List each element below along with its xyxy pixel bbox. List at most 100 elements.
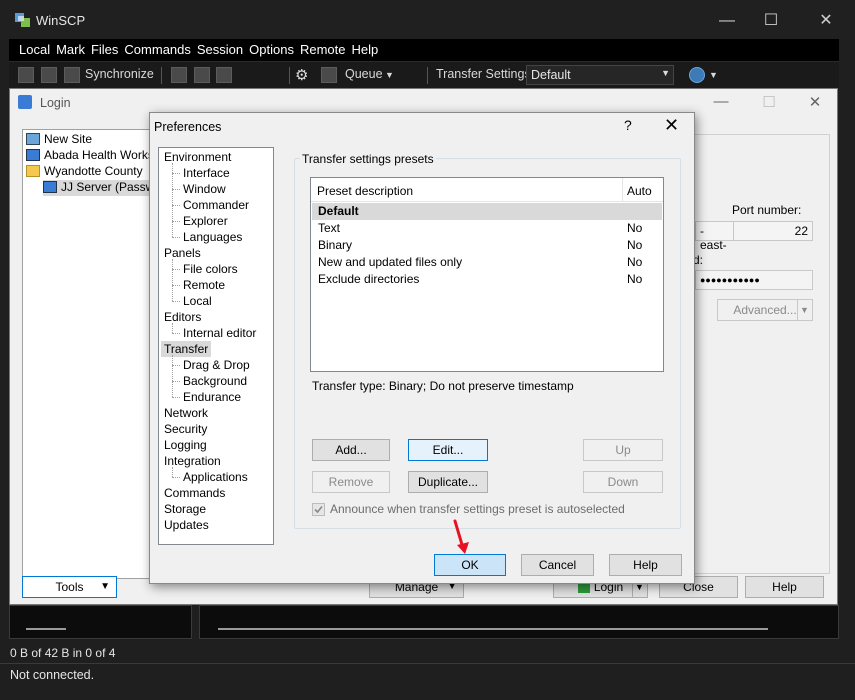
help-icon[interactable]: ? [624, 117, 632, 133]
compare-directories-icon[interactable] [18, 67, 34, 83]
list-header: Preset description Auto [311, 178, 663, 202]
login-close-button[interactable]: ✕ [800, 93, 830, 113]
close-icon[interactable]: ✕ [664, 115, 679, 136]
console-icon[interactable] [171, 67, 187, 83]
preset-row[interactable]: Exclude directories No [312, 271, 662, 288]
app-title: WinSCP [36, 13, 86, 28]
globe-icon[interactable] [689, 67, 705, 83]
advanced-label: Advanced... [733, 303, 797, 317]
synchronize-browsing-icon[interactable] [41, 67, 57, 83]
edit-button[interactable]: Edit... [408, 439, 488, 461]
add-button[interactable]: Add... [312, 439, 390, 461]
preset-description: Text [318, 221, 341, 235]
nav-item-remote[interactable]: Remote [183, 277, 225, 293]
toolbar-separator [289, 67, 290, 84]
tree-connector [172, 397, 180, 398]
nav-item-drag-drop[interactable]: Drag & Drop [183, 357, 250, 373]
synchronize-button[interactable]: Synchronize [85, 67, 154, 81]
help-button[interactable]: Help [609, 554, 682, 576]
preset-row[interactable]: New and updated files only No [312, 254, 662, 271]
transfer-settings-combo[interactable]: Default ▼ [526, 65, 674, 85]
menu-help[interactable]: Help [348, 39, 381, 61]
nav-item-environment[interactable]: Environment [164, 149, 231, 165]
preset-row[interactable]: Binary No [312, 237, 662, 254]
nav-item-endurance[interactable]: Endurance [183, 389, 241, 405]
monitor-icon [26, 133, 40, 145]
maximize-button[interactable]: ☐ [748, 8, 794, 34]
nav-item-languages[interactable]: Languages [183, 229, 242, 245]
autoselect-checkbox[interactable] [312, 503, 325, 516]
queue-button[interactable]: Queue [345, 67, 383, 81]
column-header-description[interactable]: Preset description [317, 184, 413, 198]
local-scrollbar[interactable] [26, 628, 66, 630]
remote-panel[interactable] [199, 605, 839, 639]
advanced-button[interactable]: Advanced... ▼ [717, 299, 813, 321]
nav-item-editors[interactable]: Editors [164, 309, 201, 325]
nav-item-explorer[interactable]: Explorer [183, 213, 228, 229]
nav-item-local[interactable]: Local [183, 293, 212, 309]
nav-item-panels[interactable]: Panels [164, 245, 201, 261]
menu-session[interactable]: Session [194, 39, 246, 61]
nav-item-commands[interactable]: Commands [164, 485, 225, 501]
duplicate-button[interactable]: Duplicate... [408, 471, 488, 493]
nav-item-security[interactable]: Security [164, 421, 207, 437]
menu-remote[interactable]: Remote [297, 39, 349, 61]
globe-chevron-down-icon[interactable]: ▼ [709, 70, 718, 80]
port-field[interactable]: 22 [733, 221, 813, 241]
preset-row[interactable]: Default [312, 203, 662, 220]
nav-item-updates[interactable]: Updates [164, 517, 209, 533]
session-panel: -east- Port number: 22 d: ●●●●●●●●●●● Ad… [680, 134, 830, 574]
menu-local[interactable]: Local [9, 39, 53, 61]
queue-chevron-down-icon[interactable]: ▼ [385, 70, 394, 80]
up-button[interactable]: Up [583, 439, 663, 461]
remove-button[interactable]: Remove [312, 471, 390, 493]
login-minimize-button[interactable]: — [706, 93, 736, 113]
close-window-button[interactable]: ✕ [803, 8, 849, 34]
preferences-nav-tree[interactable]: Environment Interface Window Commander Explo… [158, 147, 274, 545]
terminal-icon[interactable] [194, 67, 210, 83]
queue-icon[interactable] [321, 67, 337, 83]
column-header-auto[interactable]: Auto [627, 184, 652, 198]
remote-scrollbar[interactable] [218, 628, 768, 630]
menu-commands[interactable]: Commands [121, 39, 193, 61]
preset-description: Default [318, 204, 359, 218]
checkmark-icon [314, 505, 323, 514]
cancel-button[interactable]: Cancel [521, 554, 594, 576]
menu-files[interactable]: Files [88, 39, 121, 61]
tree-connector [172, 323, 173, 333]
tree-connector [172, 285, 180, 286]
nav-item-internal-editor[interactable]: Internal editor [183, 325, 256, 341]
host-name-field[interactable]: -east- [695, 221, 735, 252]
site-new[interactable]: New Site [26, 132, 92, 148]
column-separator[interactable] [622, 178, 623, 202]
gear-icon[interactable]: ⚙ [295, 66, 308, 84]
nav-item-interface[interactable]: Interface [183, 165, 230, 181]
nav-item-applications[interactable]: Applications [183, 469, 248, 485]
menu-mark[interactable]: Mark [53, 39, 88, 61]
down-button[interactable]: Down [583, 471, 663, 493]
local-panel[interactable] [9, 605, 192, 639]
nav-item-background[interactable]: Background [183, 373, 247, 389]
preset-list[interactable]: Preset description Auto Default Text No Bin… [310, 177, 664, 372]
nav-item-storage[interactable]: Storage [164, 501, 206, 517]
site-wyandotte[interactable]: Wyandotte County [26, 164, 143, 180]
nav-item-transfer[interactable]: Transfer [161, 341, 212, 357]
nav-item-commander[interactable]: Commander [183, 197, 249, 213]
login-maximize-button[interactable]: ☐ [754, 93, 784, 113]
find-files-icon[interactable] [216, 67, 232, 83]
preset-row[interactable]: Text No [312, 220, 662, 237]
tools-button[interactable]: Tools ▼ [22, 576, 117, 598]
password-field[interactable]: ●●●●●●●●●●● [695, 270, 813, 290]
nav-item-logging[interactable]: Logging [164, 437, 207, 453]
nav-item-file-colors[interactable]: File colors [183, 261, 238, 277]
nav-item-network[interactable]: Network [164, 405, 208, 421]
tree-connector [172, 189, 180, 190]
transfer-settings-label: Transfer Settings [436, 67, 531, 81]
site-tree[interactable]: New Site Abada Health Workspace Wyandott… [22, 129, 186, 579]
help-button[interactable]: Help [745, 576, 824, 598]
synchronize-icon[interactable] [64, 67, 80, 83]
menu-options[interactable]: Options [246, 39, 297, 61]
nav-item-window[interactable]: Window [183, 181, 226, 197]
transfer-settings-value: Default [531, 68, 571, 82]
minimize-button[interactable]: — [704, 8, 750, 34]
